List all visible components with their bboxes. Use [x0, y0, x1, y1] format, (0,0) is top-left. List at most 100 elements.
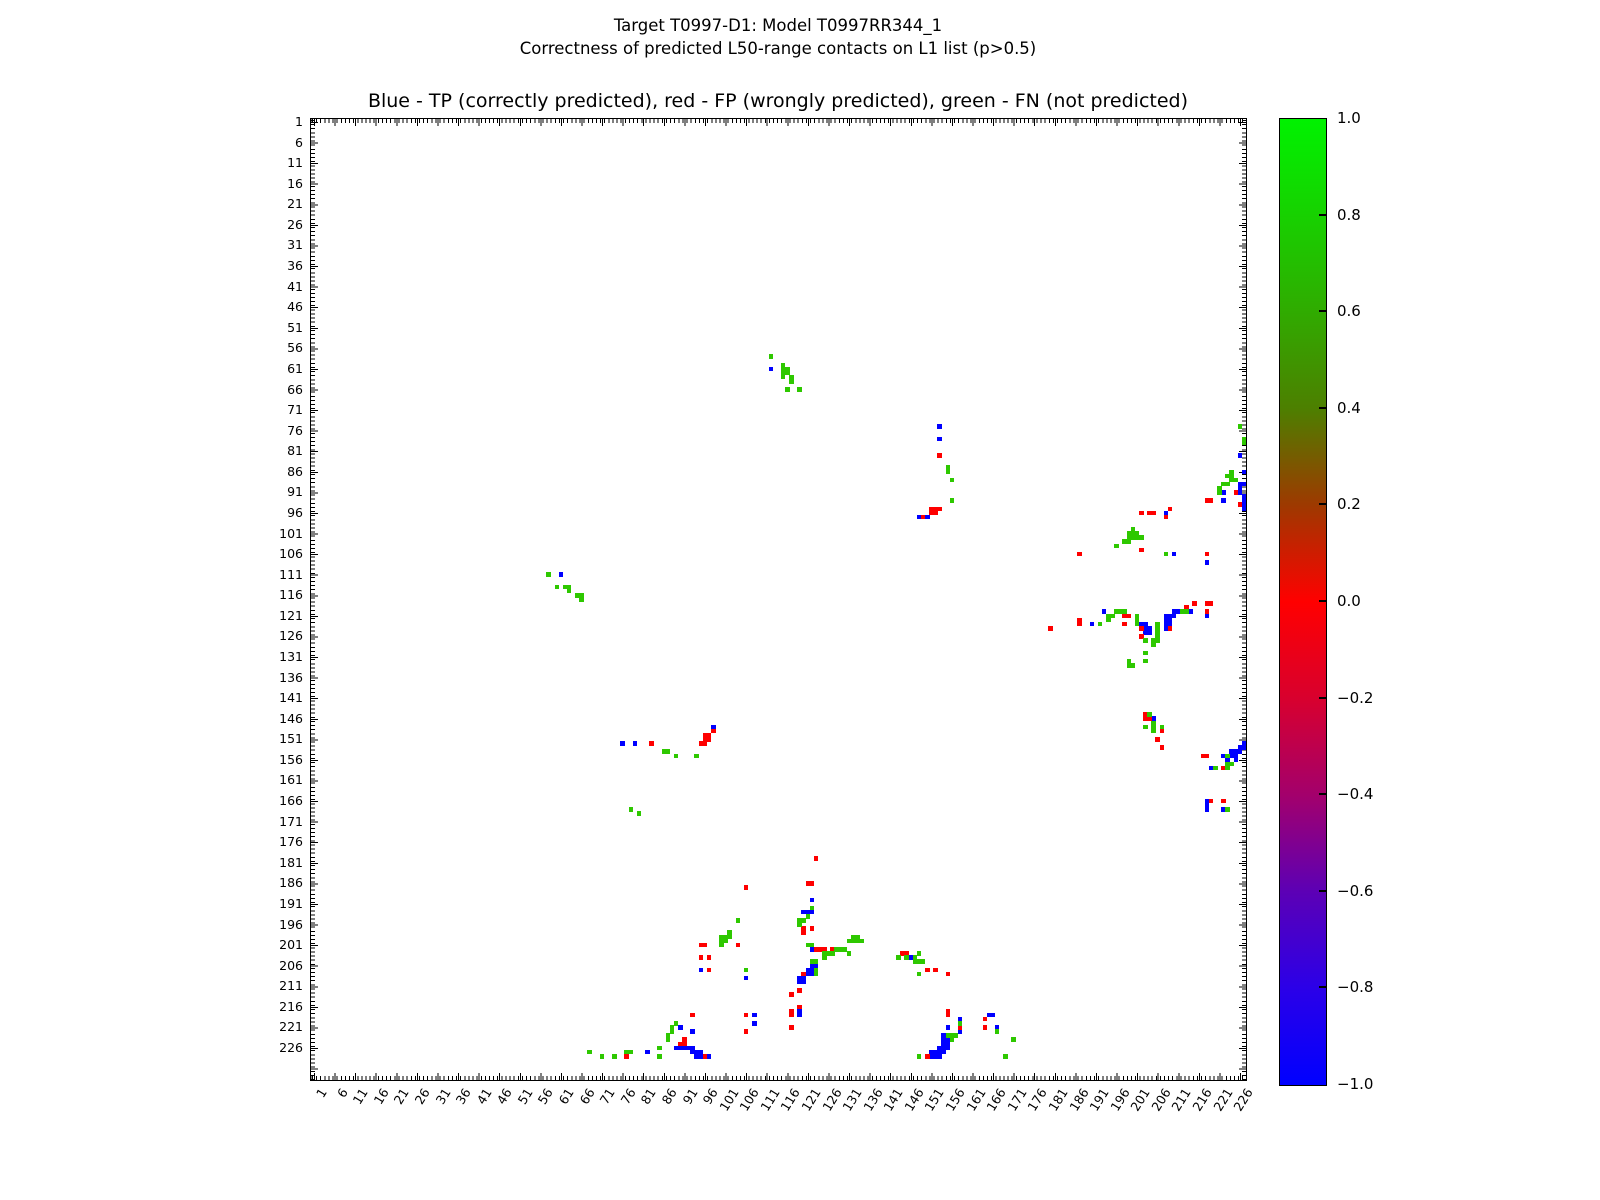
contact-point-fn — [673, 1021, 679, 1026]
contact-point-tp — [752, 1012, 757, 1018]
x-tick-label: 21 — [391, 1085, 413, 1107]
x-tick-label: 151 — [921, 1085, 948, 1114]
y-tick-label: 91 — [287, 484, 303, 500]
contact-point-fn — [1106, 617, 1111, 623]
contact-point-fn — [994, 1029, 1000, 1034]
x-tick-label: 91 — [679, 1085, 701, 1107]
contact-point-fn — [1151, 642, 1156, 647]
contact-point-fn — [727, 934, 732, 940]
contact-point-fn — [1138, 535, 1144, 540]
contact-point-fn — [1143, 638, 1148, 643]
contact-point-fp — [1048, 625, 1053, 631]
contact-point-fn — [1114, 543, 1119, 549]
contact-point-fn — [1225, 481, 1230, 487]
contact-point-fp — [706, 967, 712, 973]
contact-point-fp — [789, 1025, 794, 1030]
contact-point-fp — [743, 1012, 749, 1018]
contact-point-fn — [822, 955, 827, 960]
contact-point-fp — [1167, 625, 1173, 631]
contact-point-tp — [743, 975, 749, 981]
x-tick-label: 66 — [576, 1085, 598, 1107]
y-tick-label: 121 — [279, 607, 303, 623]
contact-point-fp — [982, 1016, 988, 1022]
contact-point-fp — [1245, 485, 1246, 491]
contact-point-tp — [752, 1021, 757, 1026]
x-tick-label: 51 — [514, 1085, 536, 1107]
contact-point-fn — [657, 1053, 662, 1059]
contact-point-fn — [805, 914, 811, 919]
colorbar-tick-mark — [1319, 696, 1326, 699]
x-tick-label: 131 — [839, 1085, 865, 1114]
y-tick-label: 226 — [279, 1040, 303, 1055]
x-tick-label: 146 — [901, 1085, 927, 1114]
x-tick-label: 191 — [1086, 1085, 1112, 1114]
y-tick-label: 166 — [279, 793, 303, 809]
contact-point-tp — [941, 1049, 946, 1055]
contact-point-fn — [1155, 638, 1160, 643]
x-tick-label: 171 — [1004, 1085, 1030, 1114]
contact-point-fn — [768, 354, 774, 359]
contact-point-fn — [1143, 650, 1148, 656]
contact-point-tp — [809, 909, 815, 915]
contact-point-tp — [1233, 757, 1239, 763]
contact-point-fn — [1245, 399, 1246, 405]
contact-point-fp — [624, 1053, 630, 1059]
y-tick-label: 216 — [279, 998, 303, 1014]
figure-title-line2: Correctness of predicted L50-range conta… — [519, 39, 1037, 58]
contact-point-tp — [1245, 498, 1246, 503]
contact-point-tp — [1188, 609, 1193, 615]
contact-point-fp — [1208, 601, 1214, 606]
contact-point-fn — [579, 597, 584, 602]
x-tick-label: 201 — [1127, 1085, 1153, 1114]
contact-point-fn — [735, 918, 741, 923]
contact-point-tp — [1245, 510, 1246, 516]
y-tick-label: 61 — [287, 360, 303, 376]
contact-point-fn — [949, 498, 955, 503]
x-tick-label: 81 — [637, 1085, 660, 1107]
contact-point-fn — [657, 1045, 662, 1051]
contact-point-fp — [1204, 551, 1210, 557]
contact-point-fn — [1011, 1037, 1016, 1043]
contact-point-fn — [1097, 621, 1103, 627]
x-tick-label: 36 — [452, 1085, 474, 1107]
contact-point-tp — [990, 1012, 996, 1018]
y-tick-label: 136 — [279, 669, 303, 685]
contact-point-fp — [937, 453, 942, 458]
colorbar-tick-mark — [1319, 406, 1326, 409]
contact-point-fp — [702, 1053, 708, 1059]
y-tick-label: 111 — [279, 566, 303, 582]
plot-area — [310, 118, 1247, 1081]
contact-point-tp — [706, 1053, 712, 1059]
contact-point-tp — [924, 514, 930, 520]
contact-point-fn — [1143, 724, 1148, 730]
contact-point-fp — [1159, 745, 1165, 750]
y-tick-label: 151 — [279, 731, 303, 747]
contact-point-fn — [1143, 658, 1148, 664]
contact-point-fp — [924, 1053, 930, 1059]
colorbar-tick-mark — [1319, 310, 1326, 313]
y-tick-label: 206 — [279, 957, 303, 973]
contact-point-fp — [797, 988, 802, 993]
contact-point-fn — [1159, 724, 1165, 730]
contact-point-fp — [809, 881, 815, 886]
contact-point-tp — [645, 1049, 650, 1055]
contact-point-tp — [957, 1029, 963, 1034]
contact-point-fp — [933, 510, 938, 516]
x-tick-label: 11 — [349, 1085, 372, 1107]
contact-point-fn — [916, 1053, 922, 1059]
contact-point-fp — [920, 514, 926, 520]
contact-point-fn — [1134, 621, 1140, 627]
contact-point-tp — [937, 1053, 942, 1059]
y-tick-label: 56 — [287, 340, 303, 356]
contact-point-tp — [945, 1045, 951, 1051]
contact-point-tp — [1204, 560, 1210, 565]
contact-point-fn — [1233, 477, 1239, 483]
contact-point-fp — [1138, 510, 1144, 516]
contact-point-tp — [690, 1029, 695, 1034]
colorbar-tick-label: 0.2 — [1337, 495, 1361, 514]
contact-point-fp — [743, 885, 749, 890]
x-tick-label: 106 — [736, 1085, 763, 1114]
contact-point-fp — [1167, 506, 1173, 512]
contact-point-tp — [1204, 807, 1210, 812]
contact-point-fn — [896, 955, 901, 960]
